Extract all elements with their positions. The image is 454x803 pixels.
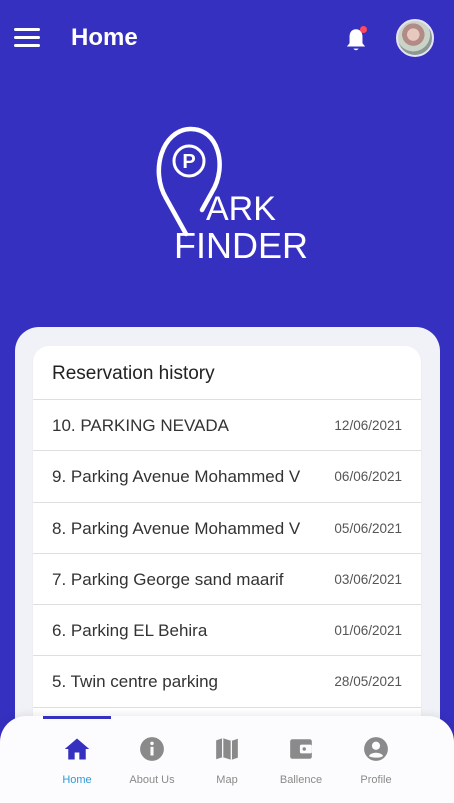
nav-profile[interactable]: Profile xyxy=(338,736,414,786)
nav-ballence[interactable]: Ballence xyxy=(263,736,339,786)
app-header: Home xyxy=(0,0,454,80)
nav-about-label: About Us xyxy=(129,774,175,786)
avatar[interactable] xyxy=(396,19,434,57)
reservation-list: 10. PARKING NEVADA 12/06/2021 9. Parking A… xyxy=(33,400,421,708)
reservation-name: 5. Twin centre parking xyxy=(52,672,218,692)
home-icon xyxy=(64,738,90,760)
reservation-row[interactable]: 9. Parking Avenue Mohammed V 06/06/2021 xyxy=(33,451,421,503)
reservation-name: 8. Parking Avenue Mohammed V xyxy=(52,518,301,538)
active-tab-indicator xyxy=(43,716,111,719)
reservation-date: 03/06/2021 xyxy=(334,571,402,587)
park-finder-logo: P ARK FINDER xyxy=(156,126,316,266)
reservation-row[interactable]: 10. PARKING NEVADA 12/06/2021 xyxy=(33,400,421,452)
logo-pin-letter: P xyxy=(182,151,195,173)
logo-line-1: ARK xyxy=(206,190,276,228)
profile-icon xyxy=(364,737,388,761)
reservation-row[interactable]: 6. Parking EL Behira 01/06/2021 xyxy=(33,605,421,657)
bell-icon[interactable] xyxy=(343,26,369,54)
reservation-name: 10. PARKING NEVADA xyxy=(52,416,229,435)
reservation-row[interactable]: 5. Twin centre parking 28/05/2021 xyxy=(33,656,421,708)
reservation-date: 06/06/2021 xyxy=(334,469,402,485)
nav-home[interactable]: Home xyxy=(39,736,115,786)
notification-dot xyxy=(360,26,367,33)
reservation-date: 01/06/2021 xyxy=(334,623,402,639)
reservation-name: 9. Parking Avenue Mohammed V xyxy=(52,467,301,487)
nav-ballence-label: Ballence xyxy=(279,774,323,786)
map-icon xyxy=(216,738,238,760)
wallet-icon xyxy=(290,739,312,759)
reservation-date: 28/05/2021 xyxy=(334,674,402,690)
nav-map-label: Map xyxy=(216,774,238,786)
nav-about-us[interactable]: About Us xyxy=(114,736,190,786)
nav-map[interactable]: Map xyxy=(189,736,265,786)
card-title: Reservation history xyxy=(33,346,421,400)
bottom-navigation: Home About Us Map Ballence Profile xyxy=(0,716,454,803)
info-icon xyxy=(140,737,164,761)
app-screen: Home P ARK FINDER Reservation history 10… xyxy=(0,0,454,803)
reservation-date: 12/06/2021 xyxy=(334,418,402,433)
nav-home-label: Home xyxy=(62,774,92,786)
hamburger-menu-icon[interactable] xyxy=(14,28,40,50)
reservation-name: 7. Parking George sand maarif xyxy=(52,569,284,589)
logo-line-2: FINDER xyxy=(174,225,308,266)
reservation-row[interactable]: 7. Parking George sand maarif 03/06/2021 xyxy=(33,554,421,606)
page-title: Home xyxy=(71,24,138,51)
reservation-date: 05/06/2021 xyxy=(334,520,402,536)
nav-profile-label: Profile xyxy=(360,774,392,786)
reservation-name: 6. Parking EL Behira xyxy=(52,621,208,641)
reservation-row[interactable]: 8. Parking Avenue Mohammed V 05/06/2021 xyxy=(33,503,421,554)
